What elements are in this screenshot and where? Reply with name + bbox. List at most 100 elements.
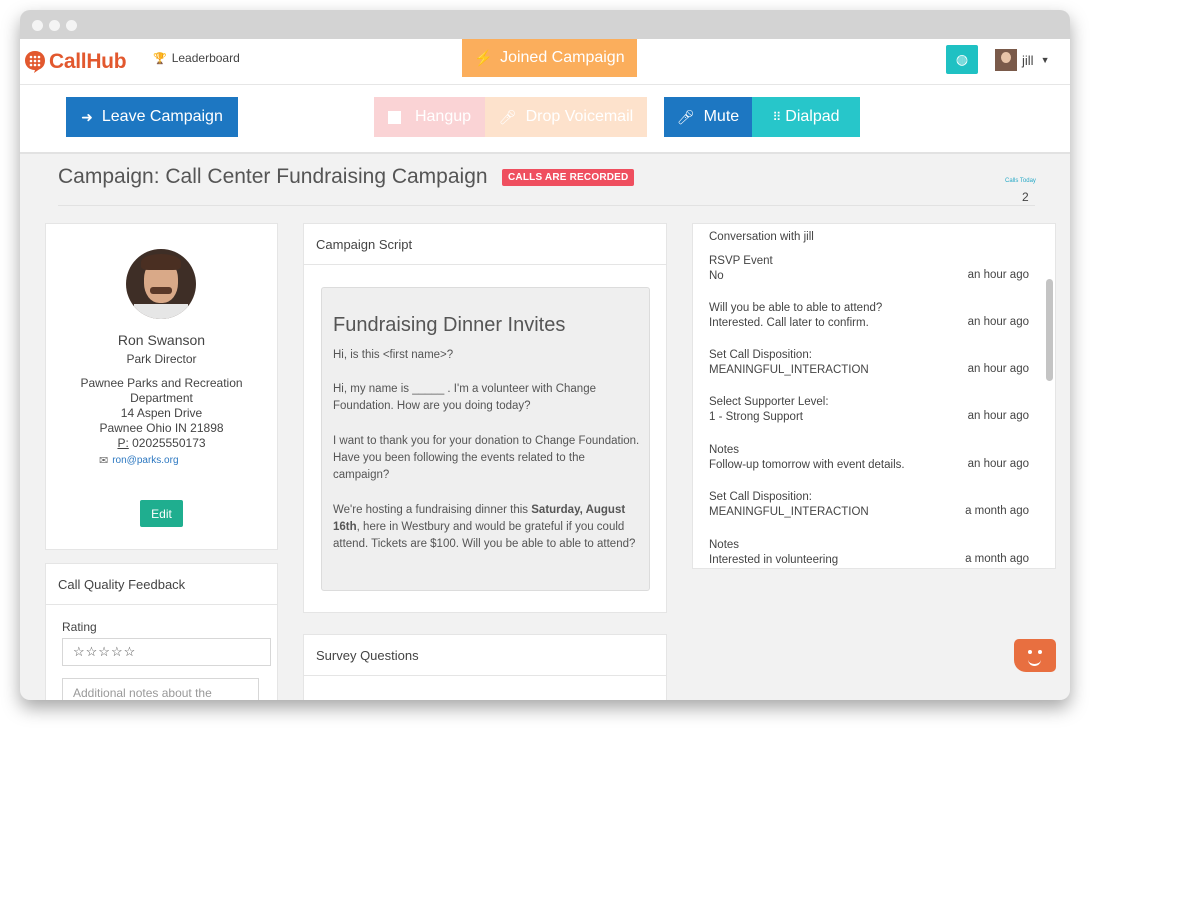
user-name: jill <box>1022 52 1034 68</box>
chat-widget-icon[interactable] <box>1014 639 1056 672</box>
feedback-card-title: Call Quality Feedback <box>46 564 277 605</box>
window-minimize-dot[interactable] <box>49 20 60 31</box>
conversation-item: Notes Interested in volunteering a month… <box>709 538 1029 568</box>
callhub-logo-icon <box>25 51 45 73</box>
contact-avatar <box>126 249 196 319</box>
script-content: Fundraising Dinner Invites Hi, is this <… <box>321 287 650 591</box>
conversation-item-time: an hour ago <box>967 269 1029 281</box>
contact-address: Pawnee Parks and Recreation Department 1… <box>66 376 257 451</box>
globe-icon: ◍ <box>955 51 969 67</box>
drop-voicemail-label: Drop Voicemail <box>525 108 634 125</box>
conversation-item: Set Call Disposition: MEANINGFUL_INTERAC… <box>709 348 1029 378</box>
conversation-item-time: an hour ago <box>967 316 1029 328</box>
contact-phone: P: 02025550173 <box>66 436 257 451</box>
conversation-item-label: Will you be able to able to attend? <box>709 302 883 314</box>
contact-title: Park Director <box>126 352 197 366</box>
sign-out-icon: ➜ <box>81 108 93 125</box>
script-paragraph-1: Hi, is this <first name>? <box>333 349 454 361</box>
contact-city: Pawnee Ohio IN 21898 <box>99 421 224 435</box>
window-zoom-dot[interactable] <box>66 20 77 31</box>
conversation-item-label: Select Supporter Level: <box>709 396 829 408</box>
joined-campaign-button[interactable]: ⚡ Joined Campaign <box>462 39 637 77</box>
brand-name: CallHub <box>49 50 127 73</box>
trophy-icon: 🏆 <box>153 52 167 65</box>
call-quality-feedback-card: Call Quality Feedback Rating ☆☆☆☆☆ Addit… <box>45 563 278 700</box>
conversation-item-time: an hour ago <box>967 363 1029 375</box>
conversation-item: Notes Follow-up tomorrow with event deta… <box>709 443 1029 473</box>
script-paragraph-4-end: , here in Westbury and would be grateful… <box>333 521 636 550</box>
hangup-button[interactable]: Hangup <box>374 97 485 137</box>
dialpad-icon: ⠿ <box>772 110 782 124</box>
mute-button[interactable]: 🎤︎ Mute <box>664 97 752 137</box>
script-paragraph-3: I want to thank you for your donation to… <box>333 435 640 481</box>
script-paragraph-2: Hi, my name is _____ . I'm a volunteer w… <box>333 383 596 412</box>
plug-icon: ⚡ <box>474 50 494 67</box>
envelope-icon: ✉ <box>99 455 109 467</box>
conversation-item: Select Supporter Level: 1 - Strong Suppo… <box>709 395 1029 425</box>
contact-org-line2: Department <box>130 391 193 405</box>
conversation-item-label: RSVP Event <box>709 255 773 267</box>
conversation-item: Will you be able to able to attend? Inte… <box>709 301 1029 331</box>
conversation-title: Conversation with jill <box>709 231 814 243</box>
survey-card-title: Survey Questions <box>304 635 666 676</box>
rating-label: Rating <box>62 620 97 634</box>
contact-name: Ron Swanson <box>117 332 206 348</box>
brand-logo[interactable]: CallHub <box>24 47 127 77</box>
contact-street: 14 Aspen Drive <box>120 406 203 420</box>
script-paragraph-4-start: We're hosting a fundraising dinner this <box>333 504 532 516</box>
contact-org-line1: Pawnee Parks and Recreation <box>80 376 243 390</box>
script-card-title: Campaign Script <box>304 224 666 265</box>
calls-today-value: 2 <box>1022 190 1029 204</box>
conversation-item-time: a month ago <box>965 505 1029 517</box>
stop-icon <box>387 110 401 124</box>
user-avatar <box>995 49 1017 71</box>
mute-label: Mute <box>703 108 740 125</box>
survey-questions-card: Survey Questions <box>303 634 667 700</box>
leaderboard-link[interactable]: 🏆 Leaderboard <box>153 51 240 65</box>
contact-card: Ron Swanson Park Director Pawnee Parks a… <box>45 223 278 550</box>
leaderboard-label: Leaderboard <box>171 51 240 65</box>
calls-today-label: Calls Today <box>1005 178 1036 184</box>
conversation-scrollbar[interactable] <box>1046 279 1053 381</box>
globe-button[interactable]: ◍ <box>946 45 978 74</box>
chevron-down-icon: ▼ <box>1040 55 1050 65</box>
contact-email-link[interactable]: ron@parks.org <box>112 455 178 466</box>
feedback-notes-input[interactable]: Additional notes about the <box>62 678 259 700</box>
conversation-item-label: Set Call Disposition: <box>709 491 812 503</box>
edit-contact-button[interactable]: Edit <box>140 500 183 527</box>
top-navbar: CallHub 🏆 Leaderboard ⚡ Joined Campaign … <box>20 39 1070 85</box>
conversation-item: RSVP Event No an hour ago <box>709 254 1029 284</box>
conversation-item-time: an hour ago <box>967 410 1029 422</box>
window-close-dot[interactable] <box>32 20 43 31</box>
page-title: Campaign: Call Center Fundraising Campai… <box>58 165 488 188</box>
window-titlebar <box>20 10 1070 39</box>
microphone-icon: 🎤︎ <box>676 108 695 125</box>
conversation-item-label: Notes <box>709 539 740 551</box>
leave-campaign-button[interactable]: ➜ Leave Campaign <box>66 97 238 137</box>
leave-campaign-label: Leave Campaign <box>101 108 223 125</box>
conversation-panel: Conversation with jill RSVP Event No an … <box>692 223 1056 569</box>
app-window: CallHub 🏆 Leaderboard ⚡ Joined Campaign … <box>20 10 1070 700</box>
dialpad-button[interactable]: ⠿ Dialpad <box>752 97 860 137</box>
conversation-item-label: Notes <box>709 444 740 456</box>
contact-email-row: ✉ ron@parks.org <box>99 454 179 467</box>
call-toolbar: ➜ Leave Campaign Hangup 🎤︎ Drop Voicemai… <box>20 85 1070 154</box>
microphone-icon: 🎤︎ <box>498 108 517 125</box>
conversation-item: Set Call Disposition: MEANINGFUL_INTERAC… <box>709 490 1029 520</box>
campaign-script-card: Campaign Script Fundraising Dinner Invit… <box>303 223 667 613</box>
joined-campaign-label: Joined Campaign <box>500 49 625 66</box>
conversation-item-label: Set Call Disposition: <box>709 349 812 361</box>
conversation-item-time: an hour ago <box>967 458 1029 470</box>
script-title: Fundraising Dinner Invites <box>333 314 566 336</box>
header-divider <box>58 205 1035 206</box>
script-paragraph-4: We're hosting a fundraising dinner this … <box>333 502 643 553</box>
star-rating[interactable]: ☆☆☆☆☆ <box>62 638 271 666</box>
user-menu[interactable]: jill ▼ <box>995 49 1049 71</box>
drop-voicemail-button[interactable]: 🎤︎ Drop Voicemail <box>485 97 647 137</box>
phone-prefix: P: <box>117 436 129 450</box>
hangup-label: Hangup <box>414 108 472 125</box>
phone-number[interactable]: 02025550173 <box>132 436 205 450</box>
dialpad-label: Dialpad <box>785 108 840 125</box>
calls-recorded-badge: CALLS ARE RECORDED <box>502 169 635 186</box>
conversation-item-time: a month ago <box>965 553 1029 565</box>
